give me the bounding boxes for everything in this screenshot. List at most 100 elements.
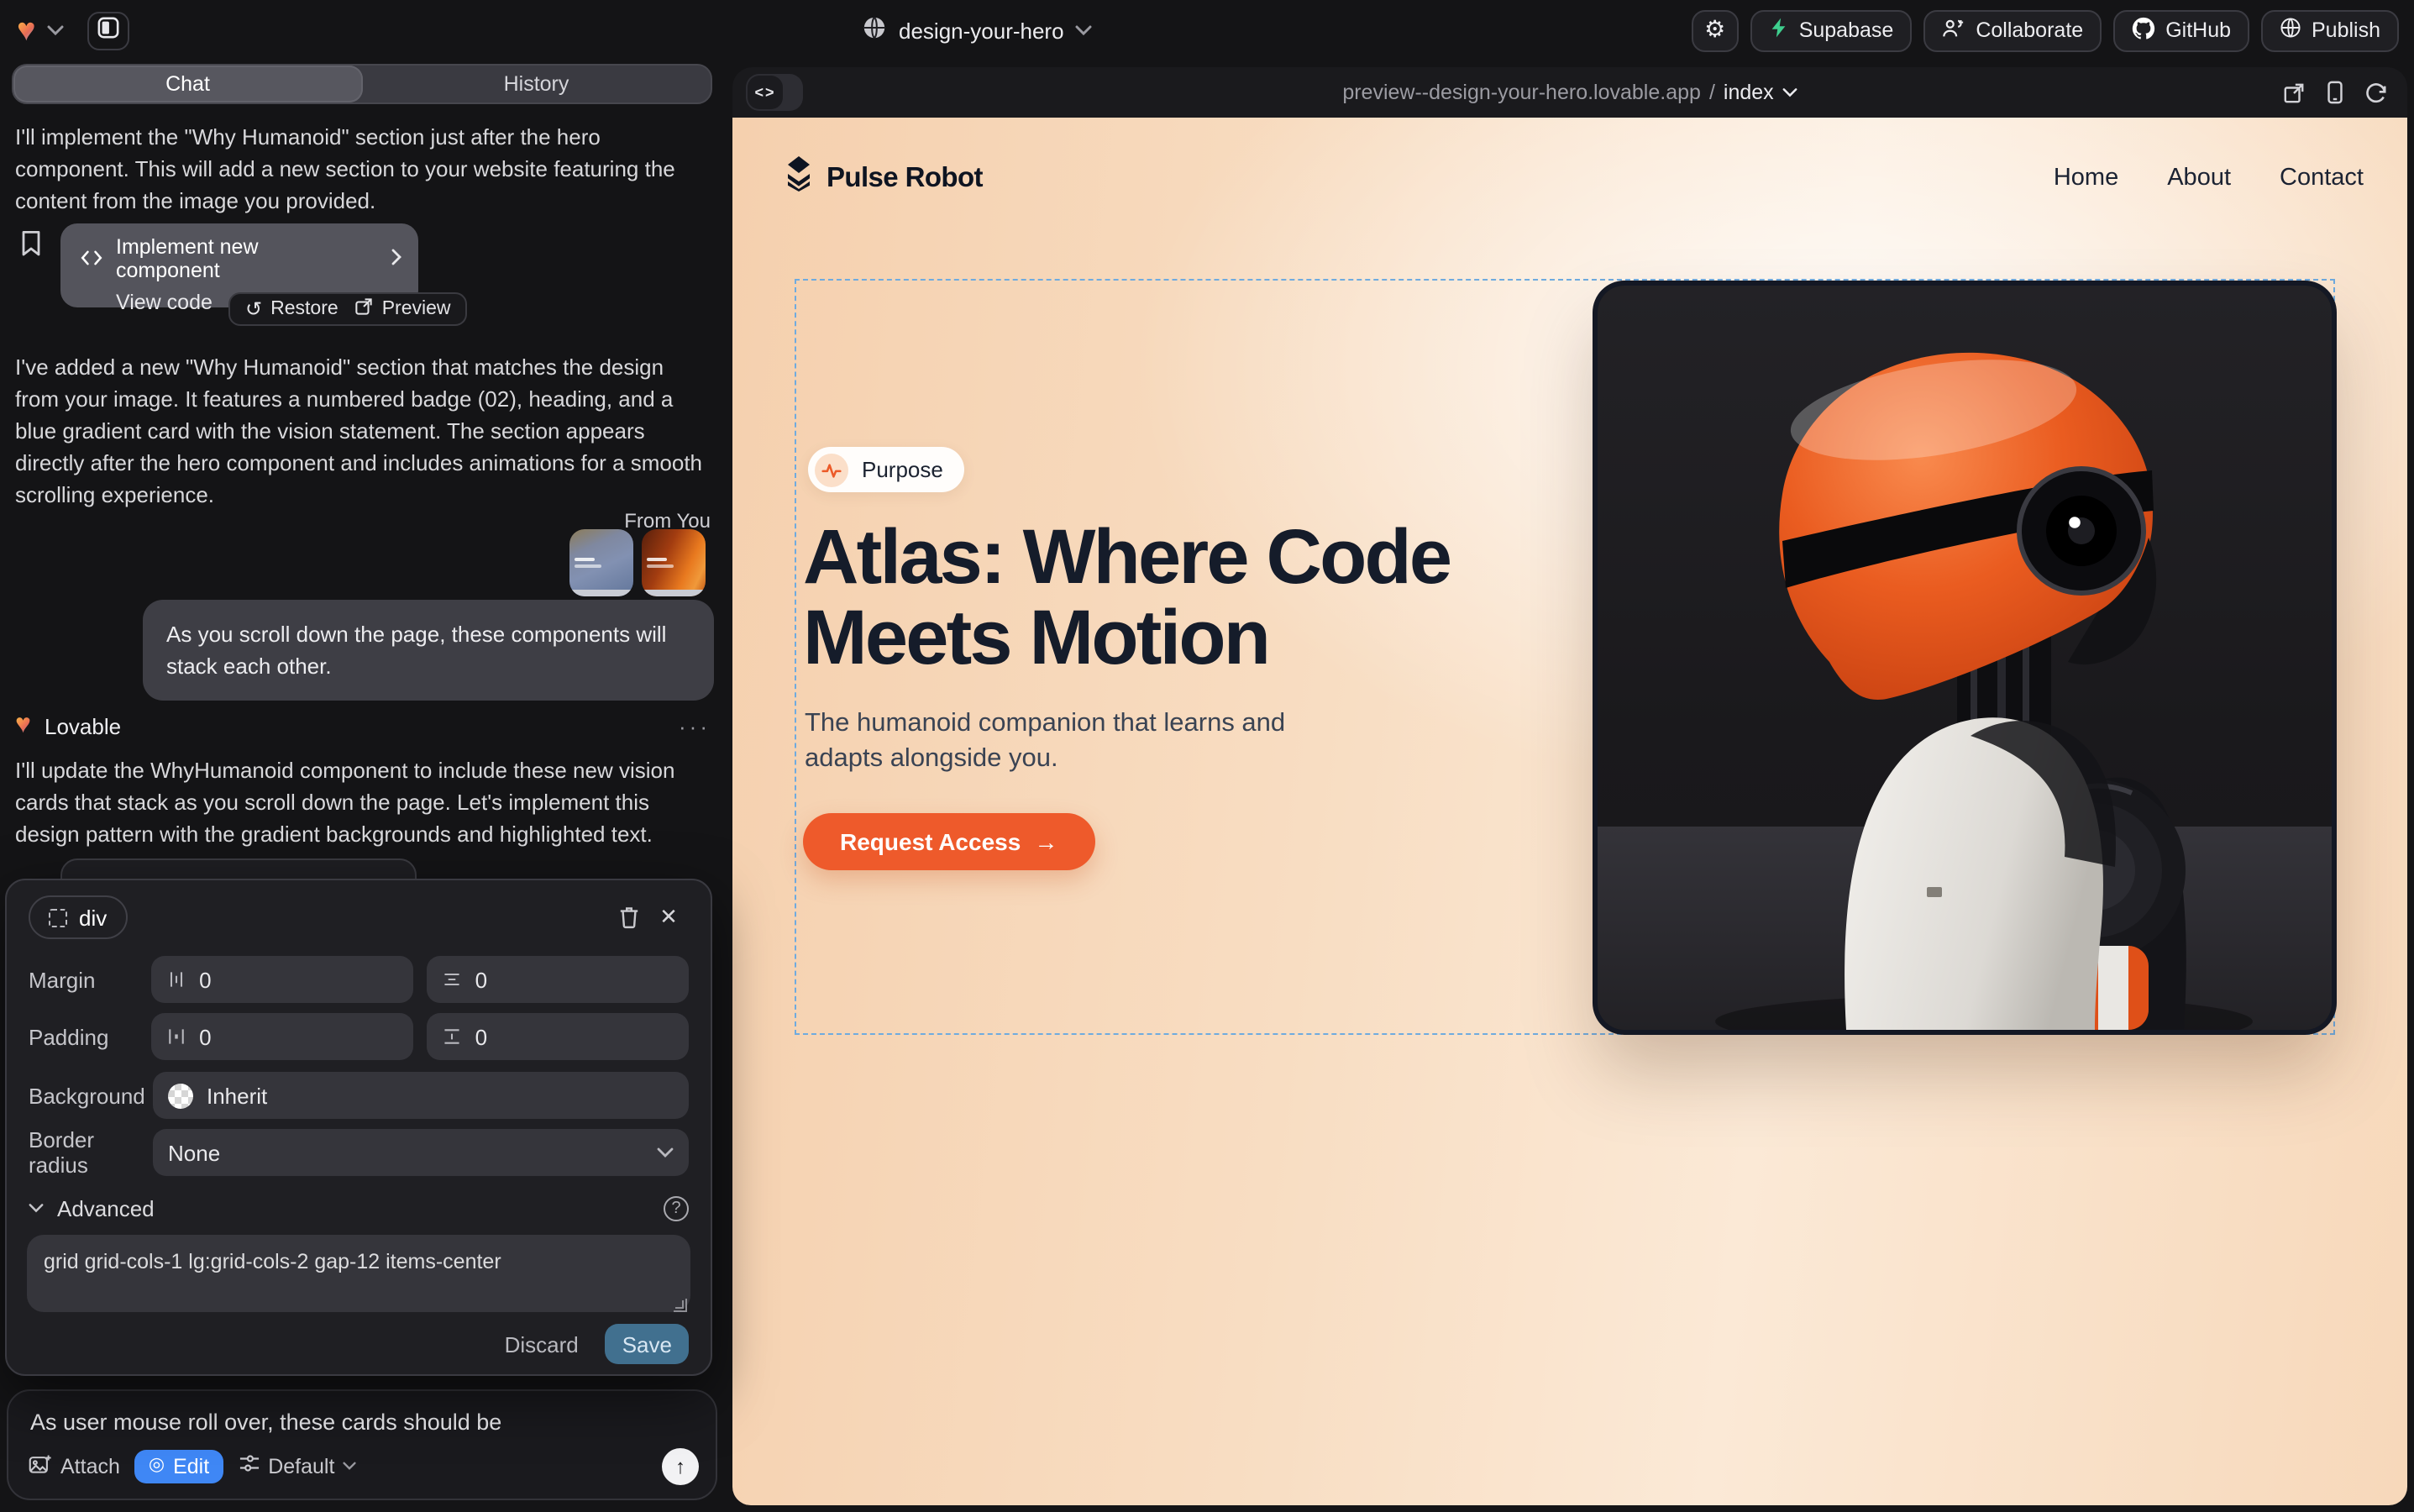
edit-mode-button[interactable]: ◎ Edit (135, 1449, 223, 1483)
tab-chat[interactable]: Chat (13, 66, 362, 102)
border-radius-select[interactable]: None (153, 1129, 689, 1176)
save-button[interactable]: Save (606, 1324, 689, 1364)
discard-button[interactable]: Discard (505, 1331, 579, 1357)
chevron-down-icon (1076, 25, 1093, 35)
margin-y-input[interactable]: 0 (427, 956, 689, 1003)
restore-button[interactable]: ↺ Restore (245, 299, 338, 319)
chat-panel: Chat History I'll implement the "Why Hum… (0, 60, 726, 1512)
refresh-icon[interactable] (2365, 81, 2387, 103)
nav-contact[interactable]: Contact (2280, 165, 2364, 192)
help-icon[interactable]: ? (664, 1195, 689, 1221)
attach-button[interactable]: Attach (29, 1452, 120, 1479)
lovable-app: ♥ design-your-hero ⚙ (0, 0, 2414, 1512)
publish-globe-icon (2280, 17, 2301, 44)
model-selector[interactable]: Default (238, 1453, 356, 1478)
margin-y-icon (442, 969, 462, 990)
preview-pane: <> preview--design-your-hero.lovable.app… (732, 67, 2407, 1505)
project-name: design-your-hero (899, 18, 1064, 43)
composer-input[interactable]: As user mouse roll over, these cards sho… (30, 1410, 694, 1435)
advanced-toggle[interactable]: Advanced ? (29, 1191, 689, 1225)
chevron-down-icon (657, 1147, 674, 1158)
site-nav: Home About Contact (2054, 165, 2364, 192)
supabase-button[interactable]: Supabase (1750, 9, 1913, 51)
version-toolbar: ↺ Restore Preview (228, 292, 468, 326)
open-in-new-window-icon[interactable] (2283, 81, 2305, 103)
margin-x-input[interactable]: 0 (150, 956, 412, 1003)
color-swatch (168, 1083, 193, 1108)
element-inspector-panel: div ✕ Margin 0 (5, 879, 712, 1376)
project-switcher[interactable]: design-your-hero (862, 0, 1093, 60)
publish-button[interactable]: Publish (2261, 9, 2399, 51)
topbar: ♥ design-your-hero ⚙ (0, 0, 2414, 60)
send-button[interactable]: ↑ (662, 1447, 699, 1484)
request-access-button[interactable]: Request Access → (803, 813, 1094, 870)
margin-x-icon (165, 969, 186, 990)
purpose-badge: Purpose (808, 447, 965, 492)
hero-heading: Atlas: Where CodeMeets Motion (803, 516, 1450, 677)
version-title: Implement new component (116, 235, 365, 282)
selected-hero-section[interactable]: Purpose Atlas: Where CodeMeets Motion Th… (795, 279, 2335, 1035)
padding-x-icon (165, 1026, 186, 1047)
preview-url[interactable]: preview--design-your-hero.lovable.app / … (732, 67, 2407, 118)
assistant-message: I'll update the WhyHumanoid component to… (15, 754, 711, 850)
arrow-right-icon: → (1034, 828, 1057, 855)
site-header: Pulse Robot Home About Contact (783, 160, 2364, 197)
badge-label: Purpose (862, 457, 943, 482)
url-domain: preview--design-your-hero.lovable.app (1342, 81, 1701, 104)
hero-robot-image (1598, 286, 2332, 1030)
margin-label: Margin (29, 967, 150, 992)
chevron-down-icon[interactable] (48, 25, 65, 35)
selected-element-chip[interactable]: div (29, 895, 127, 939)
preview-toolbar: <> preview--design-your-hero.lovable.app… (732, 67, 2407, 118)
globe-icon (862, 15, 887, 45)
gear-icon: ⚙ (1704, 18, 1725, 42)
collaborate-icon (1942, 18, 1965, 43)
attachment-thumbnail-orange[interactable] (642, 529, 706, 596)
chat-history-tabs: Chat History (12, 64, 712, 104)
mobile-view-icon[interactable] (2327, 81, 2343, 104)
sidebar-toggle-button[interactable] (88, 11, 130, 50)
site-logo[interactable]: Pulse Robot (783, 156, 983, 200)
pulse-robot-logo-icon (783, 156, 815, 200)
background-label: Background (29, 1083, 153, 1108)
close-inspector-button[interactable]: ✕ (648, 897, 689, 937)
padding-x-input[interactable]: 0 (150, 1013, 412, 1060)
url-page: index (1724, 81, 1774, 104)
element-icon (49, 908, 67, 927)
github-icon (2132, 16, 2155, 45)
pulse-icon (815, 453, 848, 486)
arrow-up-icon: ↑ (675, 1454, 685, 1478)
sliders-icon (238, 1453, 260, 1478)
attach-image-icon (29, 1452, 52, 1479)
collaborate-button[interactable]: Collaborate (1923, 9, 2102, 51)
chevron-down-icon (29, 1203, 44, 1213)
more-options-icon[interactable]: ··· (679, 713, 711, 738)
assistant-message: I'll implement the "Why Humanoid" sectio… (15, 121, 711, 217)
border-radius-label: Border radius (29, 1127, 153, 1178)
lovable-heart-icon: ♥ (15, 712, 31, 739)
hero-subtitle: The humanoid companion that learns and a… (805, 706, 1362, 776)
target-icon: ◎ (149, 1457, 165, 1475)
user-message-bubble: As you scroll down the page, these compo… (143, 600, 714, 701)
assistant-message: I've added a new "Why Humanoid" section … (15, 351, 711, 511)
nav-about[interactable]: About (2167, 165, 2231, 192)
restore-icon: ↺ (245, 299, 262, 319)
padding-y-icon (442, 1026, 462, 1047)
chevron-down-icon (1782, 87, 1797, 97)
nav-home[interactable]: Home (2054, 165, 2118, 192)
delete-element-button[interactable] (608, 897, 648, 937)
chevron-down-icon (343, 1462, 356, 1470)
settings-button[interactable]: ⚙ (1692, 9, 1739, 51)
bookmark-icon[interactable] (20, 230, 42, 265)
preview-button[interactable]: Preview (355, 297, 451, 321)
attachment-thumbnail-blue[interactable] (569, 529, 633, 596)
padding-y-input[interactable]: 0 (427, 1013, 689, 1060)
background-input[interactable]: Inherit (153, 1072, 689, 1119)
supabase-icon (1769, 17, 1789, 44)
classes-textarea[interactable]: grid grid-cols-1 lg:grid-cols-2 gap-12 i… (27, 1235, 690, 1312)
chevron-right-icon (391, 247, 401, 270)
github-button[interactable]: GitHub (2113, 9, 2249, 51)
chat-composer[interactable]: As user mouse roll over, these cards sho… (7, 1389, 717, 1500)
lovable-logo-icon[interactable]: ♥ (17, 14, 36, 46)
tab-history[interactable]: History (362, 66, 711, 102)
